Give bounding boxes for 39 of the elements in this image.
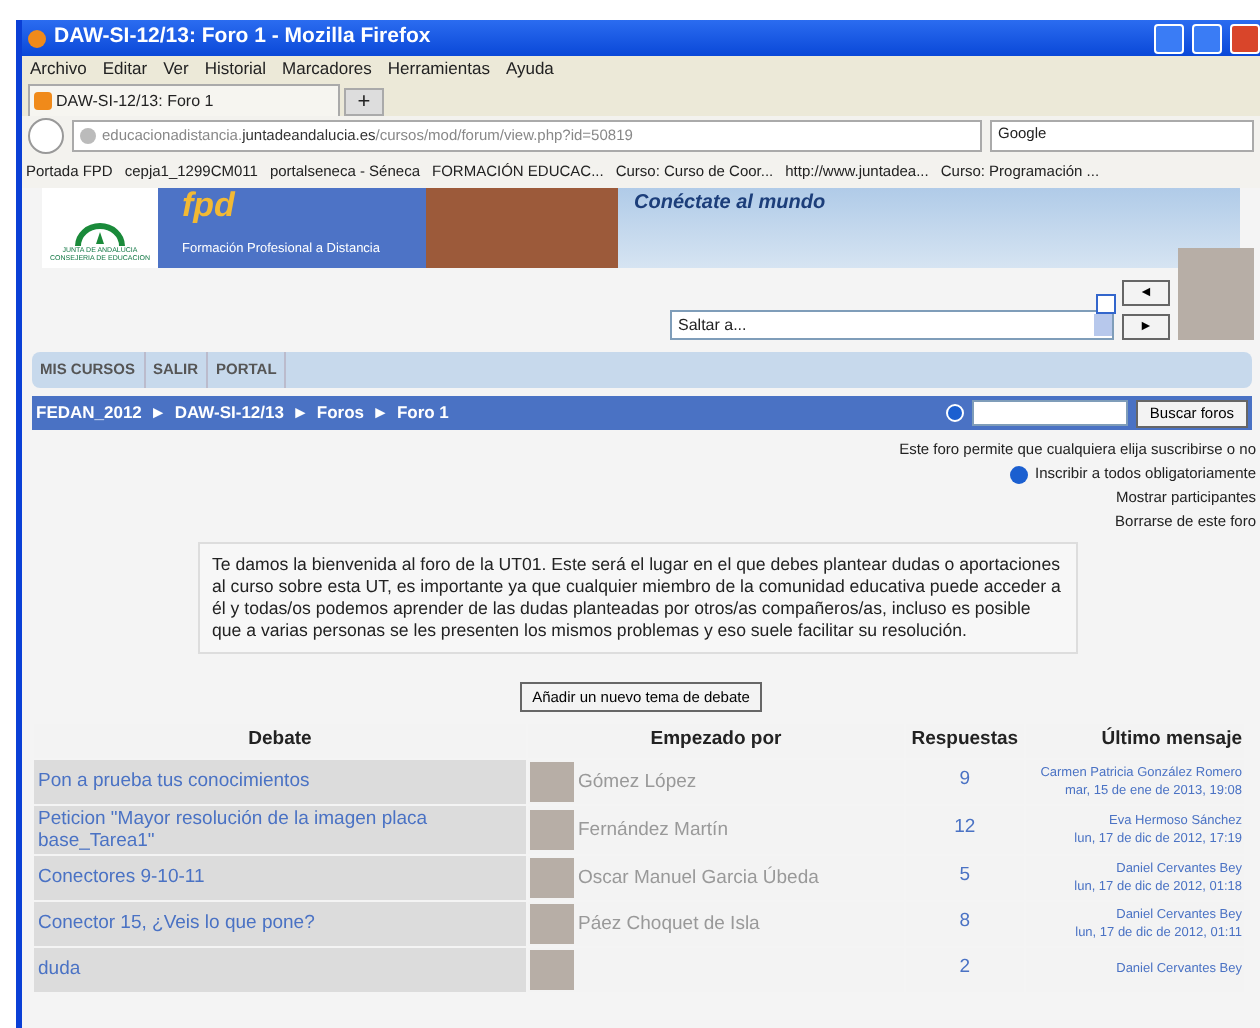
new-tab-button[interactable]: + — [344, 88, 384, 116]
breadcrumb-separator: ► — [291, 400, 309, 426]
breadcrumb-link[interactable]: DAW-SI-12/13 — [174, 400, 284, 426]
menu-item[interactable]: Editar — [102, 55, 148, 81]
breadcrumb-link[interactable]: FEDAN_2012 — [36, 400, 142, 426]
author-name: Gómez López — [578, 770, 697, 793]
menu-item[interactable]: Ayuda — [505, 55, 554, 81]
firefox-icon — [28, 29, 46, 47]
info-icon — [945, 404, 964, 422]
breadcrumb-link[interactable]: Foros — [316, 400, 365, 426]
breadcrumb-link[interactable]: Foro 1 — [396, 400, 449, 426]
calendar-icon[interactable] — [1096, 294, 1116, 314]
search-input[interactable] — [971, 400, 1128, 426]
tab-label: DAW-SI-12/13: Foro 1 — [56, 89, 214, 113]
menu-item[interactable]: Historial — [204, 55, 267, 81]
intro-text: Te damos la bienvenida al foro de la UT01. Este será el lugar en el que debes plantear dudas o aportaciones al curso sobre esta UT, es importante ya que cualquier miembro de la comunidad educativa puede acceder a él y todas/os podemos aprender de las dudas planteadas por otros/as compañeros/as, incluso es posible que a varias personas se les presenten los mismos problemas y eso suele facilitar su resolución. — [198, 542, 1078, 654]
breadcrumb-separator: ► — [149, 400, 167, 426]
menu-item[interactable]: Marcadores — [282, 55, 372, 81]
emblem-icon — [74, 221, 126, 246]
menu-item[interactable]: Archivo — [30, 55, 87, 81]
select-value: Saltar a... — [678, 313, 747, 337]
dropdown-icon — [1094, 314, 1112, 336]
window-title: DAW-SI-12/13: Foro 1 - Mozilla Firefox — [54, 22, 433, 53]
menu-item[interactable]: Herramientas — [387, 55, 490, 81]
brand-logo: fpd — [182, 188, 238, 222]
globe-icon — [80, 128, 96, 144]
info-icon — [1009, 465, 1028, 483]
author-name: Fernández Martín — [578, 818, 728, 841]
author-name: Oscar Manuel Garcia Úbeda — [578, 866, 819, 889]
browser-tab[interactable]: DAW-SI-12/13: Foro 1 — [28, 84, 340, 116]
minimize-button[interactable] — [1154, 23, 1184, 53]
back-button[interactable] — [28, 118, 64, 154]
maximize-button[interactable] — [1192, 23, 1222, 53]
menu-item[interactable]: Ver — [163, 55, 189, 81]
breadcrumb-separator: ► — [372, 400, 389, 426]
author-name: Páez Choquet de Isla — [578, 912, 760, 935]
close-button[interactable] — [1230, 23, 1260, 53]
jump-select[interactable]: Saltar a... — [670, 310, 1114, 340]
slogan-banner: Conéctate al mundo — [618, 188, 1240, 268]
